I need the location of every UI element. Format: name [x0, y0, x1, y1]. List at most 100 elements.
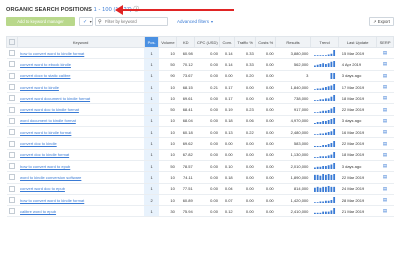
volume-cell: 50	[158, 103, 177, 116]
select-all-dropdown[interactable]: ✓ ▼	[79, 17, 93, 26]
trend-bar	[319, 64, 321, 68]
trend-bar	[330, 210, 332, 215]
kd-cell: 69.61	[176, 92, 195, 105]
trend-bar	[324, 120, 327, 124]
keyword-link[interactable]: convert word to kindle	[20, 85, 59, 90]
keyword-filter-input[interactable]: ⚲ Filter by keyword	[95, 17, 168, 26]
header-cpc[interactable]: CPC (USD)	[194, 36, 221, 48]
trend-sparkline	[313, 140, 335, 147]
trend-bar	[330, 200, 332, 203]
cpc-cell: 0.00	[194, 205, 220, 218]
kd-cell: 60.89	[176, 194, 195, 207]
row-checkbox[interactable]	[6, 149, 18, 161]
position-cell: 1	[144, 47, 159, 60]
last-update-cell: 3 days ago	[338, 70, 377, 82]
add-to-keyword-manager-button[interactable]: Add to keyword manager	[6, 17, 75, 26]
serp-cell[interactable]: ▤	[376, 149, 394, 161]
serp-cell[interactable]: ▤	[376, 103, 394, 116]
serp-cell[interactable]: ▤	[376, 126, 394, 139]
trend-bar	[313, 187, 316, 192]
row-checkbox[interactable]	[6, 81, 18, 94]
advanced-filters-link[interactable]: Advanced filters ▼	[177, 17, 214, 27]
serp-cell[interactable]: ▤	[376, 137, 394, 150]
row-checkbox[interactable]	[6, 92, 18, 105]
serp-cell[interactable]: ▤	[376, 58, 394, 71]
com-cell: 0.14	[219, 58, 235, 71]
row-checkbox[interactable]	[6, 183, 18, 195]
keyword-link[interactable]: convert doc to kindle format	[20, 152, 69, 157]
keyword-link[interactable]: convert docx to static calibre	[20, 73, 70, 78]
export-button[interactable]: ↗ Export	[369, 17, 394, 26]
header-keyword[interactable]: Keyword	[16, 36, 145, 48]
serp-cell[interactable]: ▤	[376, 115, 394, 128]
keyword-link[interactable]: convert word to ebook kindle	[20, 62, 71, 67]
export-icon: ↗	[373, 19, 377, 24]
header-select-all[interactable]	[6, 36, 18, 48]
keyword-link[interactable]: how to convert word to kindle format	[20, 51, 84, 56]
row-checkbox[interactable]	[6, 160, 18, 173]
header-com[interactable]: Com.	[219, 36, 236, 48]
trend-bar	[319, 187, 321, 192]
header-last-update[interactable]: Last Update	[338, 36, 378, 48]
serp-snapshot-icon: ▤	[382, 50, 388, 56]
row-checkbox[interactable]	[6, 58, 18, 71]
header-volume[interactable]: Volume	[158, 36, 178, 48]
keyword-link[interactable]: how to convert word to epub	[20, 164, 70, 169]
trend-sparkline	[313, 95, 335, 102]
row-checkbox[interactable]	[6, 115, 18, 128]
results-range: 1 - 100	[93, 7, 112, 13]
traffic-cell: 0.00	[234, 183, 256, 195]
trend-bar	[313, 111, 316, 113]
cpc-cell: 0.00	[194, 171, 220, 184]
header-position[interactable]: Pos.	[143, 36, 160, 48]
row-checkbox[interactable]	[6, 70, 18, 82]
trend-bar	[313, 202, 316, 203]
row-checkbox[interactable]	[6, 171, 18, 184]
keyword-link[interactable]: how to convert word to kindle format	[20, 198, 84, 203]
header-costs[interactable]: Costs %	[255, 36, 277, 48]
keyword-cell: convert word to ebook kindle	[17, 58, 145, 71]
header-results[interactable]: Results	[275, 36, 311, 48]
row-checkbox[interactable]	[6, 126, 18, 139]
serp-cell[interactable]: ▤	[376, 205, 394, 218]
keyword-cell: convert word to kindle format	[17, 126, 145, 139]
last-update-cell: 22 Mar 2019	[338, 171, 377, 184]
serp-cell[interactable]: ▤	[376, 70, 394, 82]
serp-cell[interactable]: ▤	[376, 92, 394, 105]
keyword-link[interactable]: convert word doc to epub	[20, 186, 65, 191]
header-kd[interactable]: KD	[176, 36, 196, 48]
trend-bar	[327, 165, 330, 170]
last-update-cell: 17 Mar 2019	[338, 81, 377, 94]
serp-snapshot-icon: ▤	[382, 129, 388, 135]
keyword-link[interactable]: convert word document to kindle format	[20, 96, 90, 101]
serp-cell[interactable]: ▤	[376, 194, 394, 207]
keyword-link[interactable]: word document to kindle format	[20, 118, 76, 123]
keyword-link[interactable]: word to kindle conversion software	[20, 175, 81, 180]
kd-cell: 60.18	[176, 126, 195, 139]
trend-bar	[313, 175, 316, 181]
keyword-cell: convert word to kindle	[17, 81, 145, 94]
position-cell: 1	[144, 171, 159, 184]
keyword-link[interactable]: convert word to kindle format	[20, 130, 71, 135]
trend-bar	[321, 63, 324, 68]
serp-cell[interactable]: ▤	[376, 183, 394, 195]
volume-cell: 90	[158, 70, 177, 82]
row-checkbox[interactable]	[6, 194, 18, 207]
keyword-link[interactable]: convert word doc to kindle format	[20, 107, 79, 112]
keyword-cell: convert doc to kindle	[17, 137, 145, 150]
volume-cell: 10	[158, 149, 177, 161]
keyword-link[interactable]: convert doc to kindle	[20, 141, 57, 146]
serp-cell[interactable]: ▤	[376, 160, 394, 173]
serp-cell[interactable]: ▤	[376, 171, 394, 184]
trend-bar	[313, 167, 316, 170]
row-checkbox[interactable]	[6, 137, 18, 150]
cpc-cell: 0.00	[194, 103, 220, 116]
keyword-link[interactable]: calibre word to epub	[20, 209, 56, 214]
row-checkbox[interactable]	[6, 103, 18, 116]
com-cell: 0.00	[219, 149, 235, 161]
serp-cell[interactable]: ▤	[376, 81, 394, 94]
header-traffic[interactable]: Traffic %	[234, 36, 257, 48]
row-checkbox[interactable]	[6, 47, 18, 60]
serp-cell[interactable]: ▤	[376, 47, 394, 60]
row-checkbox[interactable]	[6, 205, 18, 218]
